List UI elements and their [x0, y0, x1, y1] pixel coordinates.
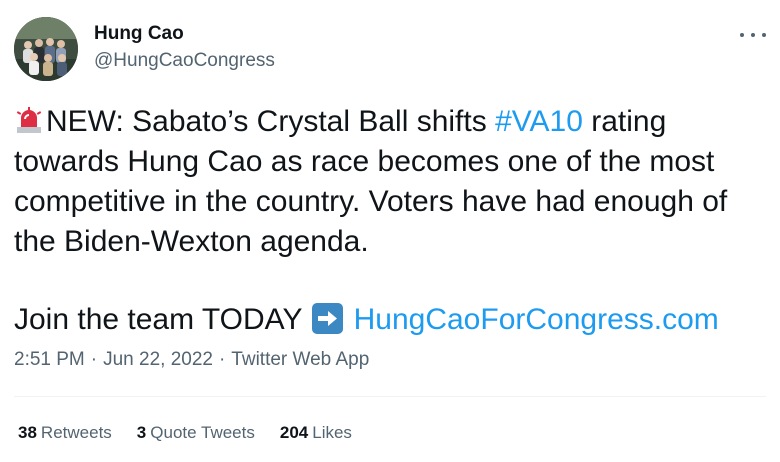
likes-count: 204 — [279, 423, 309, 442]
tweet-meta: 2:51 PM · Jun 22, 2022 · Twitter Web App — [14, 348, 369, 372]
quote-tweets-stat[interactable]: 3 Quote Tweets — [137, 422, 255, 444]
retweets-count: 38 — [18, 423, 37, 442]
tweet-date[interactable]: Jun 22, 2022 — [103, 349, 213, 370]
tweet-time[interactable]: 2:51 PM — [14, 349, 85, 370]
more-options-button[interactable] — [740, 26, 766, 44]
tweet-line-2: towards Hung Cao as race becomes one of … — [14, 145, 715, 178]
author-avatar[interactable] — [14, 17, 78, 81]
hashtag-link[interactable]: #VA10 — [495, 105, 583, 138]
meta-separator: · — [218, 349, 226, 370]
right-arrow-icon — [312, 303, 344, 334]
tweet-line-3: competitive in the country. Voters have … — [14, 185, 728, 218]
more-dot-icon — [740, 33, 744, 37]
likes-label: Likes — [312, 423, 352, 442]
retweets-stat[interactable]: 38 Retweets — [18, 422, 112, 444]
author-name[interactable]: Hung Cao — [94, 22, 184, 46]
likes-stat[interactable]: 204 Likes — [280, 422, 352, 444]
retweets-label: Retweets — [40, 423, 112, 442]
more-dot-icon — [762, 33, 766, 37]
quote-tweets-label: Quote Tweets — [150, 423, 255, 442]
tweet-source[interactable]: Twitter Web App — [231, 349, 369, 370]
police-car-light-icon — [15, 105, 43, 135]
divider — [14, 396, 766, 397]
tweet-line-4: the Biden-Wexton agenda. — [14, 225, 369, 258]
tweet-line-5-start: Join the team TODAY — [14, 303, 311, 336]
meta-separator: · — [90, 349, 98, 370]
tweet-stats: 38 Retweets 3 Quote Tweets 204 Likes — [18, 422, 352, 444]
tweet-text: NEW: Sabato’s Crystal Ball shifts #VA10 … — [14, 102, 769, 340]
quote-tweets-count: 3 — [136, 423, 147, 442]
author-handle[interactable]: @HungCaoCongress — [94, 49, 275, 73]
tweet-line-1: NEW: Sabato’s Crystal Ball shifts #VA10 … — [14, 102, 769, 142]
more-dot-icon — [751, 33, 755, 37]
website-link[interactable]: HungCaoForCongress.com — [354, 303, 719, 336]
tweet-line-5: Join the team TODAY HungCaoForCongress.c… — [14, 300, 769, 340]
family-photo-icon — [14, 17, 78, 81]
tweet-line-1-end: rating — [582, 105, 667, 138]
tweet-line-1-start: NEW: Sabato’s Crystal Ball shifts — [46, 105, 496, 138]
